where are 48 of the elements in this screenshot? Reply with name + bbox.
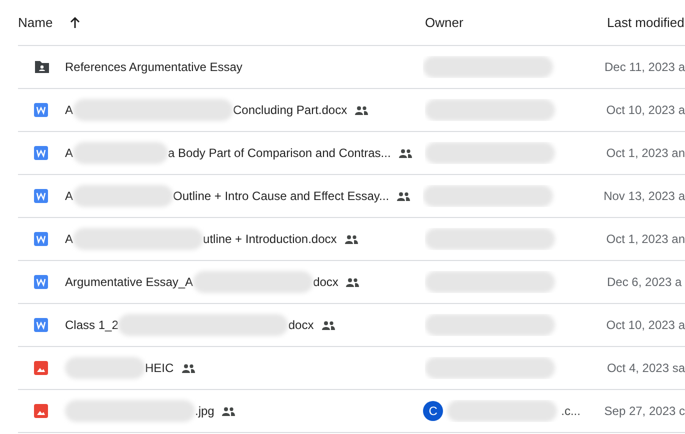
word-document-icon (34, 103, 48, 117)
file-name: A (65, 188, 74, 205)
word-document-icon (34, 275, 48, 289)
modified-date: Oct 1, 2023 an (606, 231, 685, 248)
file-row[interactable]: Class 1_2 docx Oct 10, 2023 a (18, 304, 685, 347)
file-name: Argumentative Essay_A (65, 274, 194, 291)
modified-date: Sep 27, 2023 c (604, 403, 685, 420)
file-name: utline + Introduction.docx (203, 231, 337, 248)
modified-date: Dec 6, 2023 a (607, 274, 682, 291)
file-name: Class 1_2 (65, 317, 118, 334)
file-name: A (65, 145, 74, 162)
file-row[interactable]: A a Body Part of Comparison and Contras... Oct 1, 2023 an (18, 132, 685, 175)
file-name: a Body Part of Comparison and Contras... (168, 145, 391, 162)
sort-arrow-icon[interactable] (68, 16, 81, 29)
shared-folder-icon (34, 60, 50, 74)
word-document-icon (34, 146, 48, 160)
owner-name: .c... (561, 403, 580, 420)
image-file-icon (34, 361, 48, 375)
file-name: A (65, 102, 74, 119)
column-header[interactable]: Owner (425, 14, 464, 30)
file-row[interactable]: A utline + Introduction.docx Oct 1, 2023 an (18, 218, 685, 261)
modified-date: Oct 1, 2023 an (606, 145, 685, 162)
word-document-icon (34, 232, 48, 246)
file-name: A (65, 231, 74, 248)
file-name: Outline + Intro Cause and Effect Essay... (173, 188, 390, 205)
file-row[interactable]: HEIC Oct 4, 2023 sa (18, 347, 685, 390)
modified-date: Oct 4, 2023 sa (606, 360, 685, 377)
file-name: References Argumentative Essay (65, 59, 242, 76)
modified-date: Oct 10, 2023 a (606, 317, 685, 334)
file-name: .jpg (195, 403, 214, 420)
column-header[interactable]: Name (18, 12, 53, 32)
image-file-icon (34, 404, 48, 418)
file-row[interactable]: .jpg C .c... Sep 27, 2023 c (18, 390, 685, 433)
word-document-icon (34, 189, 48, 203)
file-name: docx (313, 274, 338, 291)
file-name: HEIC (145, 360, 174, 377)
column-header[interactable]: Last modified (607, 14, 684, 30)
file-row[interactable]: A Outline + Intro Cause and Effect Essay... Nov 13, 2023 a (18, 175, 685, 218)
modified-date: Oct 10, 2023 a (606, 102, 685, 119)
file-name: Concluding Part.docx (233, 102, 348, 119)
file-row[interactable]: References Argumentative Essay Dec 11, 2023 a (18, 46, 685, 89)
modified-date: Dec 11, 2023 a (604, 59, 685, 76)
word-document-icon (34, 318, 48, 332)
owner-avatar: C (423, 401, 444, 421)
file-row[interactable]: Argumentative Essay_A docx Dec 6, 2023 a (18, 261, 685, 304)
modified-date: Nov 13, 2023 a (604, 188, 685, 205)
file-name: docx (288, 317, 314, 334)
file-row[interactable]: A Concluding Part.docx Oct 10, 2023 a (18, 89, 685, 132)
